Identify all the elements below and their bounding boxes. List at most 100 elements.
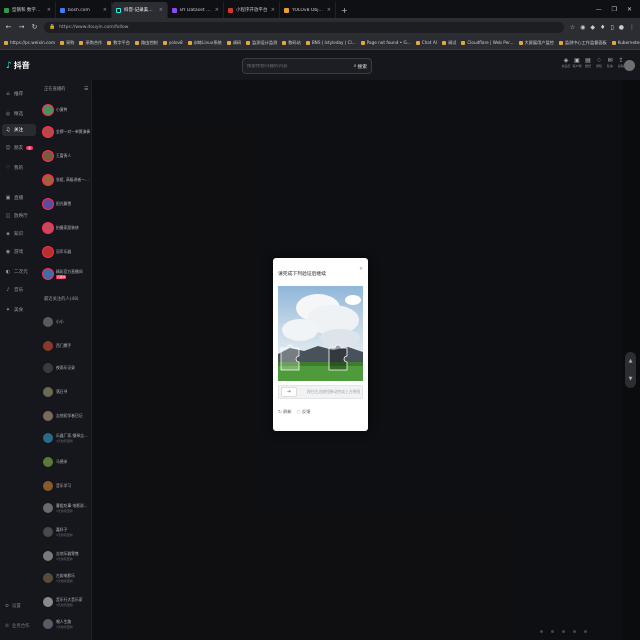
- nav-item[interactable]: ♡ 我的: [5, 162, 23, 174]
- collapse-list-icon[interactable]: ☰: [84, 86, 88, 92]
- browser-tab[interactable]: bosh.com ×: [56, 2, 112, 18]
- nav-bottom-item[interactable]: ⚙ 设置: [5, 603, 21, 610]
- bookmark-folder-icon: [226, 40, 231, 45]
- maximize-icon[interactable]: ❐: [612, 6, 617, 13]
- search-button[interactable]: ⌕ 搜索: [354, 63, 367, 70]
- extension-icon[interactable]: ◉: [580, 24, 585, 31]
- tab-close-icon[interactable]: ×: [271, 7, 275, 13]
- bookmark-folder-icon: [461, 40, 466, 45]
- close-icon[interactable]: ×: [359, 266, 363, 272]
- tab-close-icon[interactable]: ×: [159, 7, 163, 13]
- tab-close-icon[interactable]: ×: [215, 7, 219, 13]
- nav-item[interactable]: ◉ 游戏: [5, 246, 23, 258]
- recent-follow-item[interactable]: 嘉轩子 3天前有更新: [43, 524, 91, 540]
- bookmark-item[interactable]: BNS | Istyleday | Cl...: [305, 40, 356, 45]
- bookmark-item[interactable]: 路由控制: [134, 40, 158, 46]
- live-follow-item[interactable]: 王富贵人: [43, 148, 91, 164]
- url-field[interactable]: 🔒 https://www.douyin.com/follow: [44, 21, 564, 33]
- recent-follow-item[interactable]: 曹姐吃事·电影说事-... 3天前有更新: [43, 500, 91, 516]
- live-follow-item[interactable]: 金牌一对一单簧演奏: [43, 124, 91, 140]
- close-window-icon[interactable]: ✕: [627, 6, 632, 13]
- tab-close-icon[interactable]: ×: [47, 7, 51, 13]
- live-follow-item[interactable]: 小黄鸭: [43, 102, 91, 118]
- bookmark-item[interactable]: Cloudflare | Web Per...: [461, 40, 514, 45]
- extension-icon[interactable]: ♦: [600, 24, 605, 31]
- bookmark-item[interactable]: 大屏展用户监控: [518, 40, 554, 46]
- chevron-down-icon[interactable]: ▼: [629, 376, 633, 382]
- star-icon[interactable]: ☆: [570, 24, 575, 31]
- reload-icon[interactable]: ↻: [31, 23, 38, 31]
- browser-tab-strip: 型钢和 数字化平台 × bosh.com × 抖音-记录美好生活 × BY Da…: [0, 0, 640, 18]
- nav-item[interactable]: ♫ 关注: [2, 124, 36, 136]
- browser-tab[interactable]: YOLOv8 Object Detection ×: [280, 2, 336, 18]
- menu-icon[interactable]: ⋮: [629, 24, 635, 31]
- refresh-button[interactable]: ↻ 刷新: [278, 409, 292, 415]
- slider-handle[interactable]: ➜: [281, 387, 297, 397]
- minimize-icon[interactable]: —: [596, 6, 602, 13]
- new-tab-button[interactable]: +: [336, 2, 353, 18]
- nav-bottom-item[interactable]: ☰ 业务合作: [5, 623, 30, 630]
- bookmark-item[interactable]: yolov8: [162, 40, 183, 45]
- bookmark-item[interactable]: 监测设计监测: [246, 40, 277, 46]
- live-follow-item[interactable]: 拍摄家居装修: [43, 220, 91, 236]
- forward-icon[interactable]: →: [18, 23, 25, 31]
- bookmark-item[interactable]: 调试: [441, 40, 456, 46]
- nav-item[interactable]: ☺ 朋友新: [5, 142, 34, 154]
- recent-follow-item[interactable]: 落日寻: [43, 384, 91, 400]
- bookmark-item[interactable]: 采购合作: [79, 40, 102, 46]
- nav-icon: ▣: [5, 195, 11, 201]
- recent-follow-item[interactable]: 音乐行大音乐家 3天前有更新: [43, 594, 91, 610]
- profile-icon[interactable]: ●: [619, 24, 624, 31]
- recent-follow-item[interactable]: 马德米: [43, 454, 91, 470]
- recent-follow-item[interactable]: 吉他乐器零售 3天前有更新: [43, 548, 91, 564]
- follow-name: 冠军乐器: [56, 249, 72, 254]
- tab-close-icon[interactable]: ×: [327, 7, 331, 13]
- back-icon[interactable]: ←: [5, 23, 12, 31]
- nav-item[interactable]: ✦ 美食: [5, 304, 23, 316]
- bookmark-item[interactable]: 采购: [60, 40, 74, 46]
- live-follow-item[interactable]: 张姐, 高级讲者一对...: [43, 172, 91, 188]
- bookmark-item[interactable]: 监测中心工作监督面板: [558, 40, 607, 46]
- bookmark-item[interactable]: Chat AI: [415, 40, 437, 45]
- recent-follow-item[interactable]: 吉他初学者日记: [43, 408, 91, 424]
- bookmark-item[interactable]: 数字平台: [107, 40, 130, 46]
- nav-item[interactable]: ♪ 音乐: [5, 284, 23, 296]
- bookmark-item[interactable]: 调研: [226, 40, 241, 46]
- bookmark-item[interactable]: 数码站: [282, 40, 301, 46]
- extension-icon[interactable]: ◆: [590, 24, 595, 31]
- bookmark-item[interactable]: Page not found • G...: [360, 40, 411, 45]
- browser-tab[interactable]: BY Dataset + Upload ×: [168, 2, 224, 18]
- browser-tab[interactable]: 型钢和 数字化平台 ×: [0, 2, 56, 18]
- recent-follow-item[interactable]: 音乐学习: [43, 478, 91, 494]
- bookmark-item[interactable]: 训练Linux系统: [187, 40, 222, 46]
- search-input[interactable]: [247, 63, 354, 69]
- douyin-logo[interactable]: ♪ 抖音: [6, 60, 30, 71]
- nav-item[interactable]: ◫ 放映厅: [5, 210, 28, 222]
- bookmark-label: 采购: [66, 39, 75, 45]
- bookmark-label: yolov8: [168, 40, 183, 45]
- nav-item[interactable]: ▣ 直播: [5, 192, 24, 204]
- recent-follow-item[interactable]: 乐器厂家-钢琴吉他乐器-...3天前有更新: [43, 430, 91, 446]
- nav-item[interactable]: ◐ 二次元: [5, 266, 28, 278]
- recent-follow-item[interactable]: 夜雨乐记录: [43, 360, 91, 376]
- sidebar-icon[interactable]: ▯: [610, 24, 613, 31]
- live-follow-item[interactable]: 阳光飘雪: [43, 196, 91, 212]
- nav-item[interactable]: ◈ 知识: [5, 228, 23, 240]
- chevron-up-icon[interactable]: ▲: [629, 358, 633, 364]
- live-follow-item[interactable]: 精彩官方直播间 直播中: [43, 266, 91, 282]
- tab-close-icon[interactable]: ×: [103, 7, 107, 13]
- nav-label: 推荐: [14, 92, 24, 97]
- bookmark-item[interactable]: https://pc.weixin.com: [4, 40, 55, 45]
- live-follow-item[interactable]: 冠军乐器: [43, 244, 91, 260]
- recent-follow-item[interactable]: 小小: [43, 314, 91, 330]
- bookmark-item[interactable]: Kubernetes Dashbo...: [611, 40, 640, 45]
- feedback-button[interactable]: ◌ 反馈: [297, 409, 311, 415]
- browser-tab-active[interactable]: 抖音-记录美好生活 ×: [112, 2, 168, 18]
- recent-follow-item[interactable]: 西门鹰手: [43, 338, 91, 354]
- user-avatar[interactable]: [624, 60, 635, 71]
- browser-tab[interactable]: 小程序开放平台 ×: [224, 2, 280, 18]
- recent-follow-item[interactable]: 唱人生路 3天前有更新: [43, 616, 91, 632]
- recent-follow-item[interactable]: 古韵电影乐 3天前有更新: [43, 570, 91, 586]
- nav-item[interactable]: ◎ 精选: [5, 108, 23, 120]
- nav-item[interactable]: ⌂ 推荐: [5, 88, 23, 100]
